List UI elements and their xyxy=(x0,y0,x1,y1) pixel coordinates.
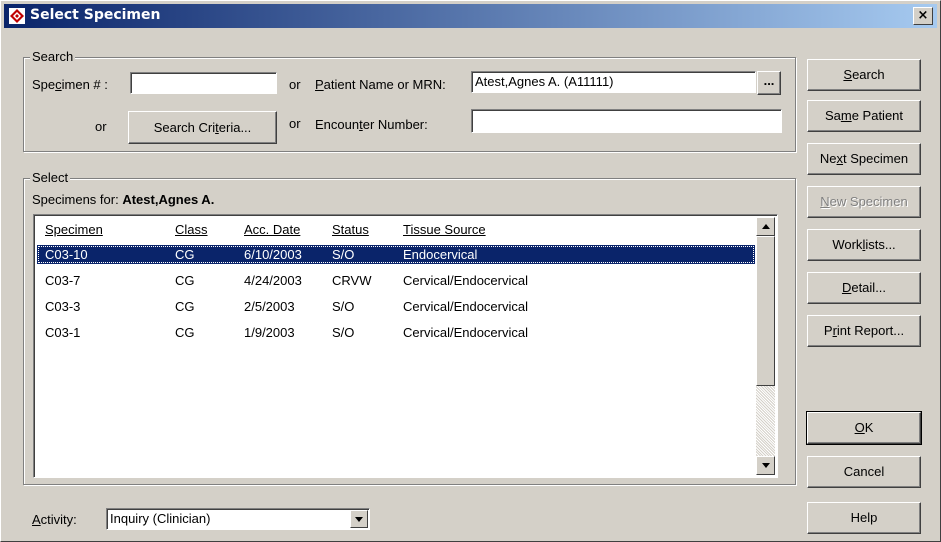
column-header-specimen[interactable]: Specimen xyxy=(45,222,103,237)
patient-name-label: Patient Name or MRN: xyxy=(315,77,446,92)
next-specimen-button[interactable]: Next Specimen xyxy=(807,143,921,175)
column-header-tissue-source[interactable]: Tissue Source xyxy=(403,222,486,237)
specimen-list[interactable]: Specimen Class Acc. Date Status Tissue S… xyxy=(33,214,778,478)
cell-status: S/O xyxy=(332,299,355,314)
column-header-class[interactable]: Class xyxy=(175,222,208,237)
cancel-button[interactable]: Cancel xyxy=(807,456,921,488)
cell-specimen: C03-7 xyxy=(45,273,81,288)
cell-specimen: C03-1 xyxy=(45,325,81,340)
print-report-button[interactable]: Print Report... xyxy=(807,315,921,347)
activity-dropdown-button[interactable] xyxy=(350,510,368,528)
scroll-down-button[interactable] xyxy=(756,456,775,475)
search-group-label: Search xyxy=(30,49,76,64)
patient-lookup-button[interactable]: ... xyxy=(757,71,781,95)
table-row[interactable]: C03-10 CG 6/10/2003 S/O Endocervical xyxy=(37,245,755,264)
column-header-status[interactable]: Status xyxy=(332,222,369,237)
cell-tissue-source: Endocervical xyxy=(403,247,478,262)
help-button[interactable]: Help xyxy=(807,502,921,534)
new-specimen-button[interactable]: New Specimen xyxy=(807,186,921,218)
title-bar[interactable]: Select Specimen × xyxy=(4,4,937,28)
or-label: or xyxy=(95,119,107,134)
column-header-acc-date[interactable]: Acc. Date xyxy=(244,222,300,237)
cell-status: S/O xyxy=(332,325,355,340)
app-icon xyxy=(9,8,25,24)
chevron-down-icon xyxy=(355,517,363,522)
worklists-button[interactable]: Worklists... xyxy=(807,229,921,261)
cell-acc-date: 4/24/2003 xyxy=(244,273,302,288)
specimens-for-label: Specimens for: Atest,Agnes A. xyxy=(32,192,215,207)
patient-name-value: Atest,Agnes A. xyxy=(122,192,215,207)
cell-tissue-source: Cervical/Endocervical xyxy=(403,299,528,314)
close-button[interactable]: × xyxy=(913,7,933,25)
select-specimen-dialog: Select Specimen × Search Specimen # : or… xyxy=(0,0,941,542)
or-label: or xyxy=(289,77,301,92)
cell-acc-date: 2/5/2003 xyxy=(244,299,295,314)
cell-class: CG xyxy=(175,299,195,314)
encounter-number-label: Encounter Number: xyxy=(315,117,428,132)
table-row[interactable]: C03-1 CG 1/9/2003 S/O Cervical/Endocervi… xyxy=(37,323,755,342)
search-button[interactable]: Search xyxy=(807,59,921,91)
activity-value: Inquiry (Clinician) xyxy=(110,511,211,526)
or-label: or xyxy=(289,116,301,131)
vertical-scrollbar[interactable] xyxy=(756,217,775,475)
cell-status: CRVW xyxy=(332,273,372,288)
scroll-up-button[interactable] xyxy=(756,217,775,236)
same-patient-button[interactable]: Same Patient xyxy=(807,100,921,132)
arrow-down-icon xyxy=(762,463,770,468)
table-row[interactable]: C03-7 CG 4/24/2003 CRVW Cervical/Endocer… xyxy=(37,271,755,290)
cell-class: CG xyxy=(175,273,195,288)
cell-acc-date: 1/9/2003 xyxy=(244,325,295,340)
encounter-number-input[interactable] xyxy=(471,109,782,133)
cell-specimen: C03-3 xyxy=(45,299,81,314)
ok-button[interactable]: OK xyxy=(806,411,922,445)
activity-label: Activity: xyxy=(32,512,77,527)
specimen-number-input[interactable] xyxy=(130,72,277,94)
specimen-number-label: Specimen # : xyxy=(32,77,108,92)
select-group-label: Select xyxy=(30,170,71,185)
cell-status: S/O xyxy=(332,247,355,262)
cell-specimen: C03-10 xyxy=(45,247,88,262)
window-title: Select Specimen xyxy=(30,7,161,23)
activity-select[interactable]: Inquiry (Clinician) xyxy=(106,508,370,530)
cell-class: CG xyxy=(175,325,195,340)
arrow-up-icon xyxy=(762,224,770,229)
detail-button[interactable]: Detail... xyxy=(807,272,921,304)
scroll-thumb[interactable] xyxy=(756,236,775,386)
cell-class: CG xyxy=(175,247,195,262)
cell-acc-date: 6/10/2003 xyxy=(244,247,302,262)
patient-name-input[interactable]: Atest,Agnes A. (A11111) xyxy=(471,71,756,93)
cell-tissue-source: Cervical/Endocervical xyxy=(403,325,528,340)
table-row[interactable]: C03-3 CG 2/5/2003 S/O Cervical/Endocervi… xyxy=(37,297,755,316)
cell-tissue-source: Cervical/Endocervical xyxy=(403,273,528,288)
search-criteria-button[interactable]: Search Criteria... xyxy=(128,111,277,144)
